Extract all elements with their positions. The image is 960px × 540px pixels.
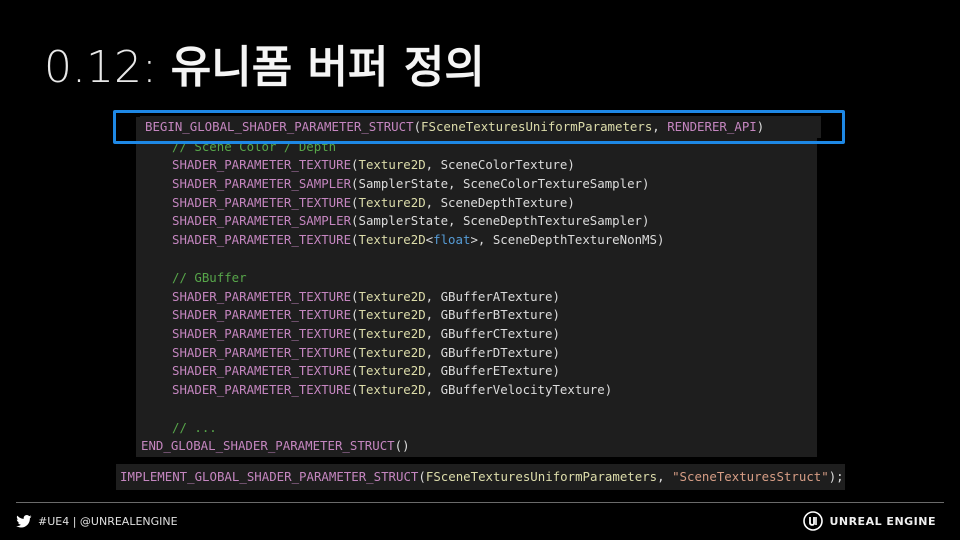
slide-title: 0.12: 유니폼 버퍼 정의 xyxy=(44,40,485,96)
code-line-comment-more: // ... xyxy=(172,420,217,435)
code-line-implement: IMPLEMENT_GLOBAL_SHADER_PARAMETER_STRUCT… xyxy=(120,469,844,484)
code-line-end: END_GLOBAL_SHADER_PARAMETER_STRUCT() xyxy=(141,438,410,453)
footer-twitter-text: #UE4 | @UNREALENGINE xyxy=(38,514,178,528)
footer-social: #UE4 | @UNREALENGINE xyxy=(16,512,178,530)
code-line: SHADER_PARAMETER_SAMPLER(SamplerState, S… xyxy=(172,213,650,228)
title-number: 0.12: xyxy=(44,42,157,93)
code-line: SHADER_PARAMETER_TEXTURE(Texture2D, GBuf… xyxy=(172,363,560,378)
code-line-begin: BEGIN_GLOBAL_SHADER_PARAMETER_STRUCT(FSc… xyxy=(145,119,765,134)
code-block: // Scene Color / Depth SHADER_PARAMETER_… xyxy=(136,117,817,457)
code-line: SHADER_PARAMETER_TEXTURE(Texture2D, Scen… xyxy=(172,195,575,210)
code-line: SHADER_PARAMETER_TEXTURE(Texture2D, GBuf… xyxy=(172,382,613,397)
highlight-code-background: BEGIN_GLOBAL_SHADER_PARAMETER_STRUCT(FSc… xyxy=(140,116,821,138)
twitter-icon xyxy=(16,514,32,527)
code-line: SHADER_PARAMETER_TEXTURE(Texture2D, GBuf… xyxy=(172,345,560,360)
highlight-box: BEGIN_GLOBAL_SHADER_PARAMETER_STRUCT(FSc… xyxy=(113,110,845,144)
title-text: 유니폼 버퍼 정의 xyxy=(170,42,485,93)
code-line: SHADER_PARAMETER_TEXTURE(Texture2D, GBuf… xyxy=(172,326,560,341)
implement-code-bar: IMPLEMENT_GLOBAL_SHADER_PARAMETER_STRUCT… xyxy=(116,464,845,490)
code-line-comment-gbuffer: // GBuffer xyxy=(172,270,247,285)
code-line: SHADER_PARAMETER_TEXTURE(Texture2D<float… xyxy=(172,232,665,247)
footer-divider xyxy=(16,502,944,503)
code-line: SHADER_PARAMETER_TEXTURE(Texture2D, GBuf… xyxy=(172,289,560,304)
code-line: SHADER_PARAMETER_TEXTURE(Texture2D, Scen… xyxy=(172,157,575,172)
footer-brand: UNREAL ENGINE xyxy=(803,510,936,532)
footer-brand-text: UNREAL ENGINE xyxy=(829,514,936,528)
unreal-logo-icon xyxy=(803,511,824,531)
code-line: SHADER_PARAMETER_SAMPLER(SamplerState, S… xyxy=(172,176,650,191)
code-line: SHADER_PARAMETER_TEXTURE(Texture2D, GBuf… xyxy=(172,307,560,322)
